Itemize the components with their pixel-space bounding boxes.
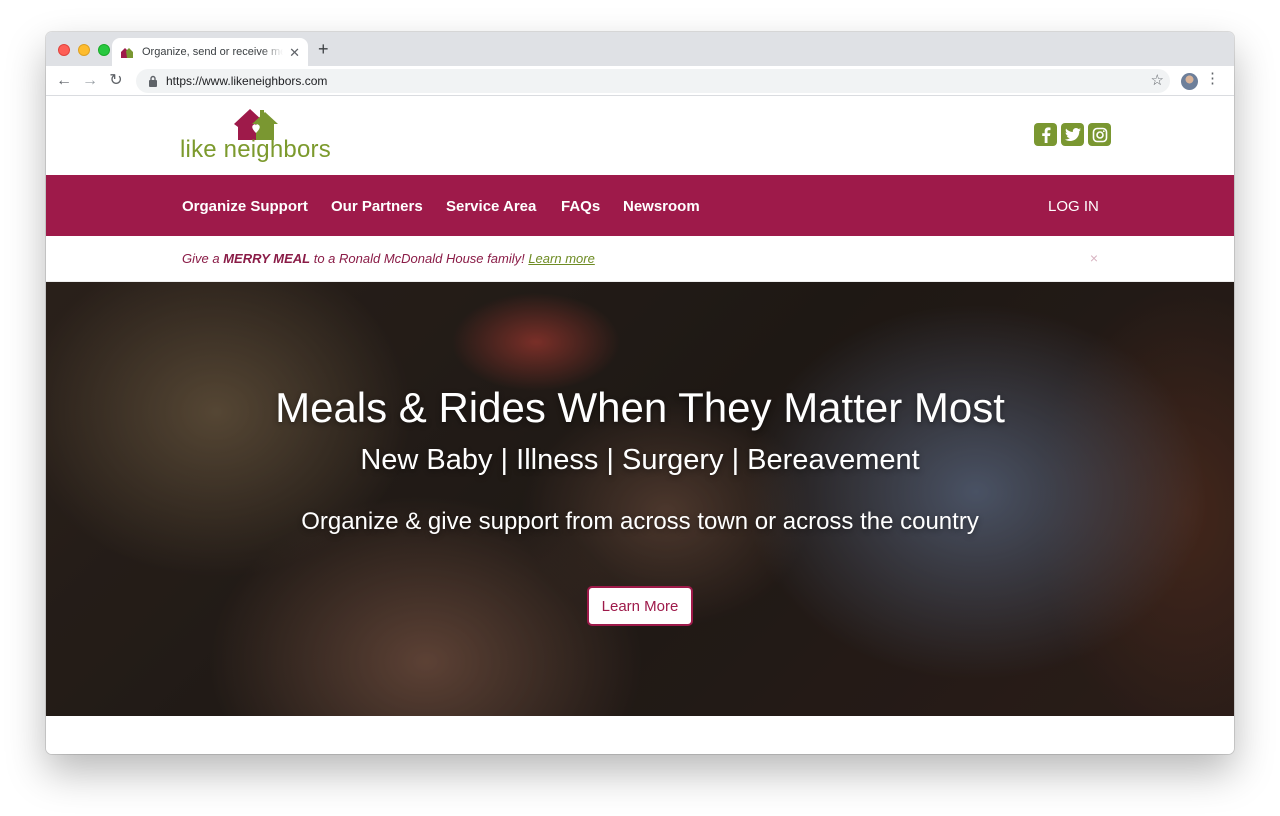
instagram-icon[interactable]: [1088, 123, 1111, 146]
back-icon[interactable]: ←: [54, 71, 74, 91]
banner-highlight: MERRY MEAL: [223, 251, 311, 266]
browser-toolbar: ← → ↻ https://www.likeneighbors.com ☆ ⋮: [46, 66, 1234, 96]
tab-strip: Organize, send or receive meals ✕ +: [46, 32, 1234, 66]
announcement-banner: Give a MERRY MEAL to a Ronald McDonald H…: [46, 236, 1234, 282]
banner-close-icon[interactable]: ×: [1090, 250, 1098, 266]
logo-wordmark: like neighbors: [180, 136, 331, 163]
tab-title: Organize, send or receive meals: [142, 46, 283, 58]
banner-learn-more-link[interactable]: Learn more: [528, 251, 594, 266]
login-link[interactable]: LOG IN: [1048, 198, 1099, 215]
browser-tab[interactable]: Organize, send or receive meals ✕: [112, 38, 308, 66]
hero-section: Meals & Rides When They Matter Most New …: [46, 282, 1234, 716]
reload-icon[interactable]: ↻: [106, 71, 126, 91]
site-header: like neighbors: [46, 96, 1234, 175]
nav-item-our-partners[interactable]: Our Partners: [331, 198, 423, 215]
main-navigation: Organize Support Our Partners Service Ar…: [46, 175, 1234, 236]
nav-item-organize-support[interactable]: Organize Support: [182, 198, 308, 215]
twitter-icon[interactable]: [1061, 123, 1084, 146]
address-bar[interactable]: https://www.likeneighbors.com: [136, 69, 1170, 93]
nav-item-faqs[interactable]: FAQs: [561, 198, 600, 215]
site-logo[interactable]: like neighbors: [180, 106, 340, 166]
social-links: [1034, 123, 1111, 146]
forward-icon[interactable]: →: [80, 71, 100, 91]
web-page: like neighbors Organize Support Our Part…: [46, 96, 1234, 754]
tab-close-icon[interactable]: ✕: [289, 46, 300, 59]
close-window-button[interactable]: [58, 44, 70, 56]
hero-tagline: Organize & give support from across town…: [301, 508, 979, 535]
banner-message: Give a MERRY MEAL to a Ronald McDonald H…: [182, 251, 595, 266]
browser-window: Organize, send or receive meals ✕ + ← → …: [46, 32, 1234, 754]
maximize-window-button[interactable]: [98, 44, 110, 56]
learn-more-button[interactable]: Learn More: [587, 586, 693, 626]
lock-icon: [149, 75, 157, 87]
minimize-window-button[interactable]: [78, 44, 90, 56]
banner-prefix: Give a: [182, 251, 224, 266]
banner-suffix: to a Ronald McDonald House family!: [310, 251, 529, 266]
nav-item-service-area[interactable]: Service Area: [446, 198, 536, 215]
nav-item-newsroom[interactable]: Newsroom: [623, 198, 700, 215]
hero-title: Meals & Rides When They Matter Most: [275, 384, 1005, 431]
facebook-icon[interactable]: [1034, 123, 1057, 146]
hero-subtitle: New Baby | Illness | Surgery | Bereaveme…: [360, 444, 920, 476]
browser-menu-icon[interactable]: ⋮: [1205, 71, 1220, 86]
hero-content: Meals & Rides When They Matter Most New …: [46, 282, 1234, 716]
site-favicon-icon: [121, 48, 133, 58]
profile-avatar[interactable]: [1181, 73, 1198, 90]
url-text: https://www.likeneighbors.com: [166, 74, 328, 88]
bookmark-star-icon[interactable]: ☆: [1151, 71, 1164, 89]
new-tab-icon[interactable]: +: [318, 40, 329, 58]
